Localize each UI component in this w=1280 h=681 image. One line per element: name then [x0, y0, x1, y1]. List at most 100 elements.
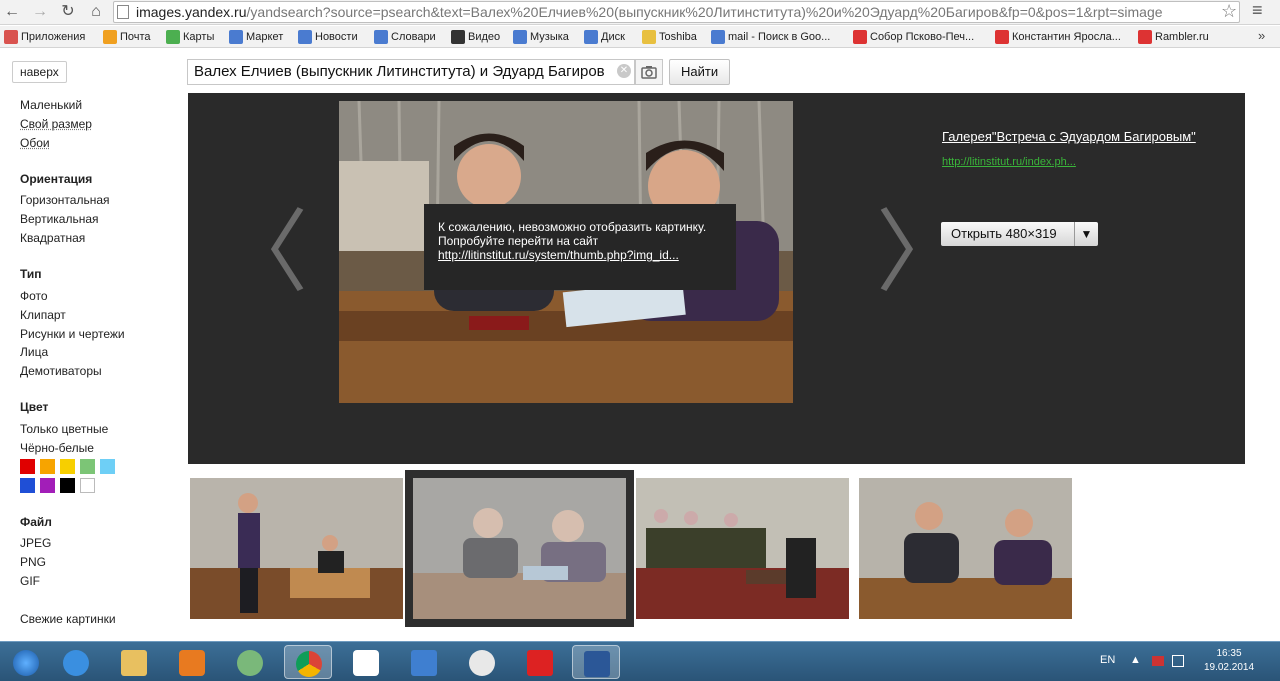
bookmark-favicon-icon: [374, 30, 388, 44]
file-png[interactable]: PNG: [20, 554, 46, 570]
scroll-top-button[interactable]: наверх: [12, 61, 67, 83]
orientation-vertical[interactable]: Вертикальная: [20, 211, 99, 227]
file-jpeg[interactable]: JPEG: [20, 535, 51, 551]
bookmark-item[interactable]: Собор Псково-Печ...: [853, 29, 974, 45]
home-icon[interactable]: ⌂: [86, 2, 106, 22]
find-button[interactable]: Найти: [669, 59, 731, 85]
start-button[interactable]: [2, 645, 50, 679]
thumbnail-1[interactable]: [190, 478, 403, 619]
app-circle-icon: [237, 650, 263, 676]
color-swatch[interactable]: [40, 459, 55, 474]
bookmark-label: Диск: [601, 31, 625, 43]
source-url-link[interactable]: http://litinstitut.ru/index.ph...: [942, 156, 1076, 168]
bookmark-item[interactable]: Маркет: [229, 29, 283, 45]
thumbnail-2-selected[interactable]: [405, 470, 634, 627]
reload-icon[interactable]: ↻: [58, 2, 78, 22]
color-swatch[interactable]: [40, 478, 55, 493]
bookmark-item[interactable]: Словари: [374, 29, 436, 45]
bookmark-item[interactable]: Константин Яросла...: [995, 29, 1121, 45]
open-image-label: Открыть 480×319: [951, 226, 1057, 241]
bookmark-item[interactable]: Диск: [584, 29, 625, 45]
media-player-icon: [179, 650, 205, 676]
language-indicator[interactable]: EN: [1100, 654, 1115, 666]
prev-arrow-icon[interactable]: 〈: [218, 208, 308, 298]
clear-icon[interactable]: ✕: [617, 64, 631, 78]
taskbar-word[interactable]: [572, 645, 620, 679]
bookmark-item[interactable]: Toshiba: [642, 29, 697, 45]
color-swatch[interactable]: [60, 459, 75, 474]
bookmark-item[interactable]: Карты: [166, 29, 214, 45]
bookmarks-more-icon[interactable]: »: [1258, 28, 1265, 43]
bookmark-label: Маркет: [246, 31, 284, 43]
back-icon[interactable]: ←: [2, 2, 22, 22]
bookmark-label: Почта: [120, 31, 151, 43]
orientation-square[interactable]: Квадратная: [20, 230, 85, 246]
type-photo[interactable]: Фото: [20, 288, 48, 304]
url-field[interactable]: images.yandex.ru/yandsearch?source=psear…: [113, 1, 1240, 23]
color-swatch[interactable]: [20, 478, 35, 493]
size-small[interactable]: Маленький: [20, 97, 82, 113]
system-clock[interactable]: 16:35 19.02.2014: [1201, 647, 1257, 675]
color-swatch[interactable]: [60, 478, 75, 493]
bookmark-favicon-icon: [451, 30, 465, 44]
fresh-images-link[interactable]: Свежие картинки: [20, 611, 116, 627]
filter-sidebar: Маленький Свой размер Обои Ориентация Го…: [0, 93, 180, 641]
orientation-horizontal[interactable]: Горизонтальная: [20, 192, 110, 208]
type-faces[interactable]: Лица: [20, 344, 48, 360]
search-input[interactable]: Валех Елчиев (выпускник Литинститута) и …: [187, 59, 635, 85]
bookmark-favicon-icon: [298, 30, 312, 44]
type-drawings[interactable]: Рисунки и чертежи: [20, 326, 125, 342]
color-swatch[interactable]: [80, 459, 95, 474]
color-swatch[interactable]: [100, 459, 115, 474]
gallery-title-link[interactable]: Галерея"Встреча с Эдуардом Багировым": [942, 129, 1214, 144]
taskbar-yandex-browser[interactable]: [458, 645, 506, 679]
error-line-2: Попробуйте перейти на сайт: [438, 234, 599, 248]
error-source-link[interactable]: http://litinstitut.ru/system/thumb.php?i…: [438, 248, 722, 262]
camera-search-button[interactable]: [635, 59, 663, 85]
windows-taskbar: EN ▲ 16:35 19.02.2014: [0, 641, 1280, 681]
network-icon[interactable]: [1172, 655, 1184, 667]
bookmark-item[interactable]: mail - Поиск в Goo...: [711, 29, 830, 45]
bookmark-label: Toshiba: [659, 31, 697, 43]
open-image-button[interactable]: Открыть 480×319 ▼: [941, 222, 1098, 246]
sizes-dropdown-icon[interactable]: ▼: [1074, 222, 1098, 246]
color-only-color[interactable]: Только цветные: [20, 421, 108, 437]
windows-start-icon: [13, 650, 39, 676]
taskbar-media[interactable]: [168, 645, 216, 679]
bookmark-favicon-icon: [995, 30, 1009, 44]
bookmark-label: Музыка: [530, 31, 569, 43]
bookmark-item[interactable]: Видео: [451, 29, 500, 45]
taskbar-explorer[interactable]: [110, 645, 158, 679]
bookmark-item[interactable]: Почта: [103, 29, 151, 45]
size-wallpaper[interactable]: Обои: [20, 135, 50, 151]
color-bw[interactable]: Чёрно-белые: [20, 440, 94, 456]
bookmark-item[interactable]: Новости: [298, 29, 358, 45]
taskbar-ie[interactable]: [52, 645, 100, 679]
size-custom[interactable]: Свой размер: [20, 116, 92, 132]
image-viewer: 〈 〉 К сожалению, невозможно отобразить к…: [188, 93, 1245, 464]
type-demotivators[interactable]: Демотиваторы: [20, 363, 102, 379]
bookmark-item[interactable]: Музыка: [513, 29, 569, 45]
bookmark-item[interactable]: Rambler.ru: [1138, 29, 1209, 45]
bookmark-label: Константин Яросла...: [1012, 31, 1121, 43]
menu-icon[interactable]: ≡: [1252, 0, 1263, 21]
tray-arrow-icon[interactable]: ▲: [1130, 654, 1141, 666]
color-swatch[interactable]: [80, 478, 95, 493]
taskbar-mail[interactable]: [400, 645, 448, 679]
taskbar-chrome[interactable]: [284, 645, 332, 679]
folder-icon: [121, 650, 147, 676]
bookmark-star-icon[interactable]: ☆: [1221, 1, 1237, 22]
type-clipart[interactable]: Клипарт: [20, 307, 66, 323]
color-swatch[interactable]: [20, 459, 35, 474]
taskbar-app-circle[interactable]: [226, 645, 274, 679]
tray-app-icon[interactable]: [1152, 656, 1164, 666]
thumbnail-3[interactable]: [636, 478, 849, 619]
bookmark-favicon-icon: [584, 30, 598, 44]
forward-icon[interactable]: →: [30, 2, 50, 22]
taskbar-kaspersky[interactable]: [516, 645, 564, 679]
bookmark-favicon-icon: [642, 30, 656, 44]
bookmark-item[interactable]: Приложения: [4, 29, 85, 45]
file-gif[interactable]: GIF: [20, 573, 40, 589]
thumbnail-4[interactable]: [859, 478, 1072, 619]
taskbar-yandex[interactable]: [342, 645, 390, 679]
